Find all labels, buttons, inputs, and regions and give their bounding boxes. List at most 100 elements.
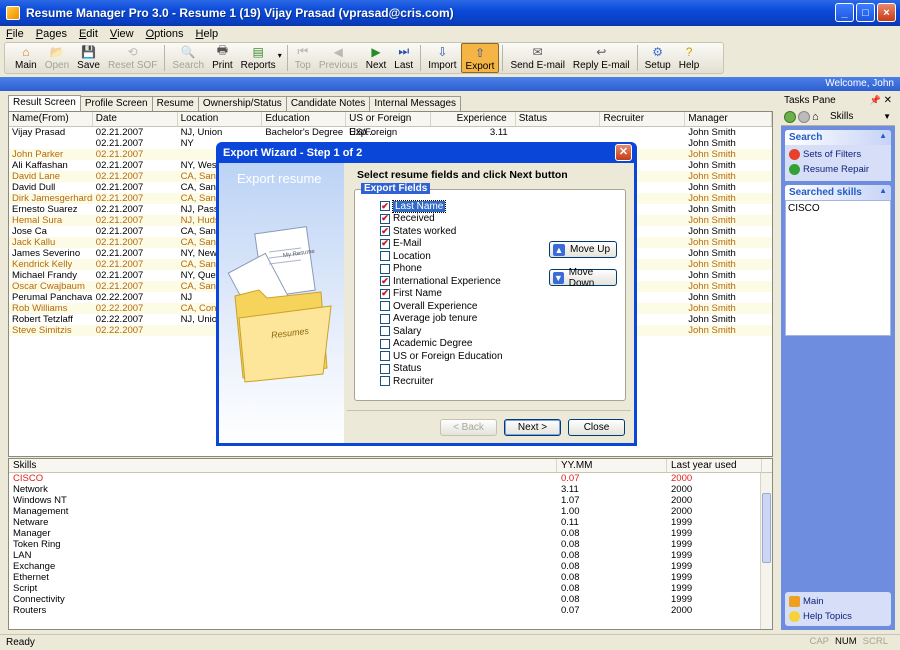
checkbox[interactable]: ✔	[380, 213, 390, 224]
list-item[interactable]: CISCO 0.07 2000	[9, 473, 772, 484]
checkbox[interactable]: ✔	[380, 238, 390, 249]
move-up-button[interactable]: ▲ Move Up	[549, 241, 617, 258]
close-button[interactable]: ×	[877, 3, 896, 22]
reports-button[interactable]: ▤ Reports	[237, 43, 280, 73]
checkbox[interactable]	[380, 338, 390, 349]
menu-help[interactable]: Help	[196, 28, 219, 40]
col-us-foreign[interactable]: US or Foreign Exp...	[346, 112, 431, 138]
menu-options[interactable]: Options	[146, 28, 184, 40]
skills-scrollbar[interactable]	[760, 473, 772, 629]
main-link[interactable]: Main	[789, 594, 887, 609]
list-item[interactable]: LAN 0.08 1999	[9, 550, 772, 561]
menu-edit[interactable]: Edit	[79, 28, 98, 40]
top-button[interactable]: ⏮ Top	[291, 43, 315, 73]
col-yymm[interactable]: YY.MM	[557, 459, 667, 472]
checkbox[interactable]: ✔	[380, 201, 390, 211]
pin-icon[interactable]: 📌	[870, 93, 881, 108]
export-field-average-job-tenure[interactable]: Average job tenure	[380, 313, 477, 325]
tab-ownership-status[interactable]: Ownership/Status	[197, 96, 287, 111]
forward-icon[interactable]	[798, 110, 810, 123]
checkbox[interactable]	[380, 301, 390, 311]
back-icon[interactable]	[784, 110, 796, 123]
maximize-button[interactable]: □	[856, 3, 875, 22]
last-button[interactable]: ⏭ Last	[390, 43, 417, 73]
reports-dropdown-icon[interactable]: ▾	[278, 51, 282, 60]
next-button[interactable]: Next >	[504, 419, 561, 436]
previous-button[interactable]: ◀ Previous	[315, 43, 362, 73]
checkbox[interactable]	[380, 376, 390, 386]
checkbox[interactable]	[380, 313, 390, 324]
reply-e-mail-button[interactable]: ↩ Reply E-mail	[569, 43, 634, 73]
searched-skills-header[interactable]: Searched skills ▲	[785, 185, 891, 200]
dialog-close-button[interactable]: Close	[568, 419, 625, 436]
open-button[interactable]: 📂 Open	[41, 43, 73, 73]
checkbox[interactable]: ✔	[380, 288, 390, 299]
tab-resume[interactable]: Resume	[151, 96, 199, 111]
list-item[interactable]: Token Ring 0.08 1999	[9, 539, 772, 550]
col-name[interactable]: Name(From)	[9, 112, 93, 126]
list-item[interactable]: Ethernet 0.08 1999	[9, 572, 772, 583]
pane-selector[interactable]: Skills	[830, 111, 881, 122]
searched-skill-item[interactable]: CISCO	[788, 203, 888, 214]
col-status[interactable]: Status	[516, 112, 601, 126]
checkbox[interactable]	[380, 251, 390, 261]
col-experience[interactable]: Experience	[431, 112, 516, 126]
list-item[interactable]: Management 1.00 2000	[9, 506, 772, 517]
checkbox[interactable]	[380, 326, 390, 336]
resume-repair-link[interactable]: Resume Repair	[789, 162, 887, 177]
menu-pages[interactable]: Pages	[36, 28, 67, 40]
scrollbar-thumb[interactable]	[762, 493, 771, 563]
col-location[interactable]: Location	[178, 112, 263, 126]
col-last-year-used[interactable]: Last year used	[667, 459, 762, 472]
list-item[interactable]: Script 0.08 1999	[9, 583, 772, 594]
export-field-phone[interactable]: Phone	[380, 263, 422, 275]
menu-view[interactable]: View	[110, 28, 134, 40]
home-icon[interactable]: ⌂	[812, 111, 824, 123]
tab-internal-messages[interactable]: Internal Messages	[369, 96, 462, 111]
next-button[interactable]: ▶ Next	[362, 43, 391, 73]
tab-result-screen[interactable]: Result Screen	[8, 95, 81, 111]
checkbox[interactable]	[380, 263, 390, 274]
sets-of-filters-link[interactable]: Sets of Filters	[789, 147, 887, 162]
export-field-us-or-foreign-education[interactable]: US or Foreign Education	[380, 350, 503, 362]
list-item[interactable]: Manager 0.08 1999	[9, 528, 772, 539]
main-button[interactable]: ⌂ Main	[11, 43, 41, 73]
minimize-button[interactable]: _	[835, 3, 854, 22]
export-field-first-name[interactable]: ✔ First Name	[380, 288, 442, 300]
export-field-status[interactable]: Status	[380, 363, 421, 375]
checkbox[interactable]: ✔	[380, 276, 390, 286]
export-field-location[interactable]: Location	[380, 250, 431, 262]
collapse-icon[interactable]: ▲	[879, 131, 887, 140]
list-item[interactable]: Connectivity 0.08 1999	[9, 594, 772, 605]
dialog-close-icon[interactable]: ✕	[615, 144, 632, 161]
close-pane-icon[interactable]: ✕	[884, 93, 892, 108]
search-section-header[interactable]: Search ▲	[785, 130, 891, 145]
list-item[interactable]: Routers 0.07 2000	[9, 605, 772, 616]
table-row[interactable]: Vijay Prasad 02.21.2007 NJ, Union Bachelor'…	[9, 127, 772, 138]
tab-profile-screen[interactable]: Profile Screen	[79, 96, 153, 111]
col-manager[interactable]: Manager	[685, 112, 772, 126]
list-item[interactable]: Network 3.11 2000	[9, 484, 772, 495]
col-education[interactable]: Education	[262, 112, 347, 126]
export-field-received[interactable]: ✔ Received	[380, 213, 435, 225]
export-field-recruiter[interactable]: Recruiter	[380, 375, 434, 387]
move-down-button[interactable]: ▼ Move Down	[549, 267, 617, 289]
tab-candidate-notes[interactable]: Candidate Notes	[285, 96, 371, 111]
help-topics-link[interactable]: Help Topics	[789, 609, 887, 624]
list-item[interactable]: Netware 0.11 1999	[9, 517, 772, 528]
help-button[interactable]: ? Help	[675, 43, 704, 73]
reset-sof-button[interactable]: ⟲ Reset SOF	[104, 43, 161, 73]
collapse-icon[interactable]: ▲	[879, 186, 887, 195]
import-button[interactable]: ⇩ Import	[424, 43, 460, 73]
save-button[interactable]: 💾 Save	[73, 43, 104, 73]
list-item[interactable]: Windows NT 1.07 2000	[9, 495, 772, 506]
export-field-international-experience[interactable]: ✔ International Experience	[380, 275, 501, 287]
export-field-last-name[interactable]: ✔ Last Name	[380, 199, 447, 213]
export-field-e-mail[interactable]: ✔ E-Mail	[380, 238, 421, 250]
setup-button[interactable]: ⚙ Setup	[641, 43, 675, 73]
checkbox[interactable]	[380, 351, 390, 361]
back-button[interactable]: < Back	[440, 419, 497, 436]
list-item[interactable]: Exchange 0.08 1999	[9, 561, 772, 572]
checkbox[interactable]	[380, 363, 390, 374]
print-button[interactable]: 🖶 Print	[208, 43, 237, 73]
